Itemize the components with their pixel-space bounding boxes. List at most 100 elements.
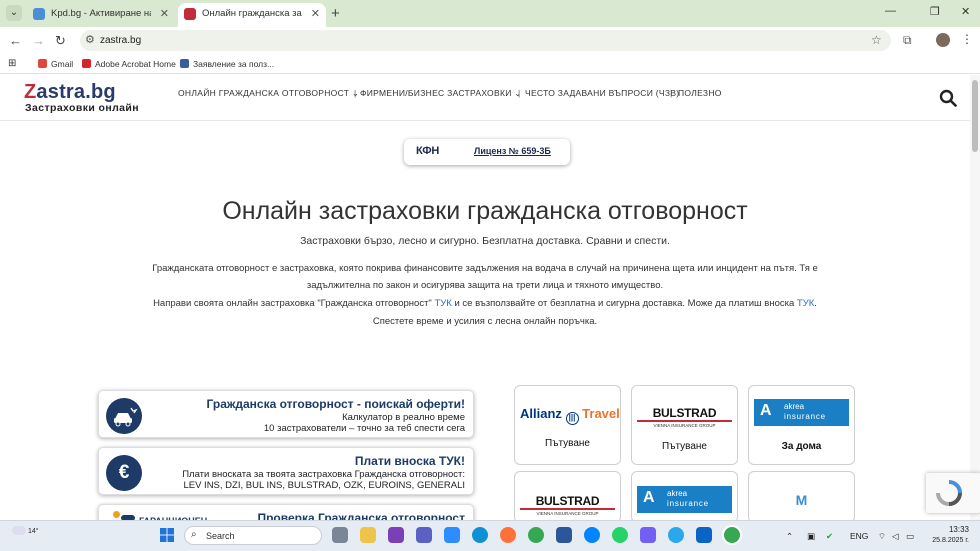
bookmark-zayavlenie[interactable]: Заявление за полз... — [180, 59, 274, 69]
weather-widget[interactable]: 14° — [12, 526, 39, 535]
bookmark-gmail[interactable]: Gmail — [38, 59, 73, 69]
word-icon[interactable] — [556, 527, 572, 543]
wifi-icon[interactable]: ⌔ — [878, 531, 886, 542]
zastra-favicon-icon — [184, 8, 196, 20]
akrea-logo: A akrea insurance — [637, 486, 732, 513]
menu-useful[interactable]: ПОЛЕЗНО — [678, 88, 722, 98]
viber-icon[interactable] — [640, 527, 656, 543]
extensions-icon[interactable]: ⧉ — [903, 33, 912, 48]
tray-check-icon[interactable]: ✔ — [826, 531, 833, 542]
address-bar[interactable] — [80, 30, 891, 51]
telegram-icon[interactable] — [668, 527, 684, 543]
tab-search-button[interactable]: ⌄ — [6, 5, 22, 21]
bulstrad-logo: BULSTRAD VIENNA INSURANCE GROUP — [637, 406, 732, 433]
zoom-icon[interactable] — [444, 527, 460, 543]
site-info-icon[interactable]: ⚙ — [85, 33, 95, 46]
battery-icon[interactable]: ▭ — [906, 531, 914, 542]
insurer-card-label: Пътуване — [545, 438, 590, 449]
edge-icon[interactable] — [472, 527, 488, 543]
tab-zastra[interactable]: Онлайн гражданска застрахов ✕ — [178, 3, 326, 27]
insurer-card-label: За дома — [781, 441, 822, 452]
gmail-icon — [38, 59, 47, 68]
quote-request-line: Калкулатор в реално време — [342, 412, 465, 423]
akrea-logo: A akrea insurance — [754, 399, 849, 426]
page-title: Онлайн застраховки гражданска отговорнос… — [222, 197, 748, 225]
profile-avatar-icon[interactable] — [936, 33, 950, 47]
pay-installment-title: Плати вноска ТУК! — [354, 454, 465, 468]
minimize-icon[interactable]: — — [885, 5, 896, 17]
outlook-icon[interactable] — [696, 527, 712, 543]
forward-arrow-icon[interactable]: → — [32, 33, 45, 48]
taskbar-search-placeholder: Search — [206, 531, 235, 541]
recaptcha-icon — [936, 480, 962, 506]
car-crash-icon — [106, 398, 142, 434]
tray-app-icon[interactable]: ▣ — [807, 531, 815, 542]
whatsapp-icon[interactable] — [612, 527, 628, 543]
url-text[interactable]: zastra.bg — [100, 35, 141, 46]
window-close-icon[interactable]: ✕ — [961, 5, 970, 18]
reload-icon[interactable]: ↻ — [55, 33, 66, 49]
euro-icon: € — [106, 455, 142, 491]
insurer-card-bulstrad[interactable]: BULSTRAD VIENNA INSURANCE GROUP — [514, 471, 621, 523]
license-link[interactable]: Лиценз № 659-3Б — [474, 146, 551, 156]
menu-faq[interactable]: ЧЕСТО ЗАДАВАНИ ВЪПРОСИ (ЧЗВ) — [525, 88, 679, 98]
app-icon[interactable] — [388, 527, 404, 543]
bookmark-acrobat[interactable]: Adobe Acrobat Home — [82, 59, 176, 69]
menu-business[interactable]: ФИРМЕНИ/БИЗНЕС ЗАСТРАХОВКИ ⌄ — [360, 88, 522, 99]
tab-title: Kpd.bg - Активиране на проф — [51, 8, 151, 19]
close-icon[interactable]: ✕ — [160, 3, 169, 25]
menu-kebab-icon[interactable]: ⋮ — [961, 32, 973, 46]
close-icon[interactable]: ✕ — [311, 3, 320, 25]
insurer-card-akrea-home[interactable]: A akrea insurance За дома — [748, 385, 855, 465]
insurer-card-m[interactable]: M — [748, 471, 855, 523]
apps-grid-icon[interactable]: ⊞ — [8, 58, 16, 69]
teams-icon[interactable] — [416, 527, 432, 543]
messenger-icon[interactable] — [584, 527, 600, 543]
pay-installment-line: Плати вноската за твоята застраховка Гра… — [182, 469, 465, 480]
firefox-icon[interactable] — [500, 527, 516, 543]
header-divider — [0, 120, 970, 121]
menu-separator: | — [518, 88, 521, 98]
page-subtitle: Застраховки бързо, лесно и сигурно. Безп… — [300, 235, 670, 247]
insurer-card-allianz-travel[interactable]: Allianz ||| Travel Пътуване — [514, 385, 621, 465]
taskbar-clock[interactable]: 13:33 25.8.2025 г. — [925, 524, 969, 546]
quote-request-card[interactable]: Гражданска отговорност - поискай оферти!… — [98, 390, 474, 438]
search-icon[interactable] — [939, 89, 957, 107]
order-here-link[interactable]: ТУК — [434, 298, 451, 309]
restore-icon[interactable]: ❐ — [930, 5, 940, 18]
insurer-card-bulstrad-travel[interactable]: BULSTRAD VIENNA INSURANCE GROUP Пътуване — [631, 385, 738, 465]
tab-kpd[interactable]: Kpd.bg - Активиране на проф ✕ — [27, 3, 175, 27]
back-arrow-icon[interactable]: ← — [9, 33, 22, 48]
insurer-card-akrea[interactable]: A akrea insurance — [631, 471, 738, 523]
tray-chevron-up-icon[interactable]: ⌃ — [786, 531, 793, 542]
pay-installment-card[interactable]: € Плати вноска ТУК! Плати вноската за тв… — [98, 447, 474, 495]
new-tab-plus-icon[interactable]: + — [331, 5, 340, 22]
chrome-icon[interactable] — [528, 527, 544, 543]
scrollbar-thumb[interactable] — [972, 80, 978, 152]
file-explorer-icon[interactable] — [360, 527, 376, 543]
kfn-logo: КФН — [416, 145, 440, 157]
recaptcha-badge[interactable] — [926, 473, 980, 513]
kpd-favicon-icon — [33, 8, 45, 20]
menu-online-go[interactable]: ОНЛАЙН ГРАЖДАНСКА ОТГОВОРНОСТ ⌄ — [178, 88, 359, 99]
chrome-active-icon[interactable] — [724, 527, 740, 543]
insurer-card-label: Пътуване — [662, 441, 707, 452]
bookmark-star-icon[interactable]: ☆ — [871, 33, 882, 47]
tab-strip: ⌄ Kpd.bg - Активиране на проф ✕ Онлайн г… — [0, 0, 980, 27]
windows-start-icon[interactable] — [160, 528, 174, 542]
kfn-logo-caption — [443, 146, 465, 158]
quote-request-line: 10 застрахователи – точно за теб спести … — [263, 423, 465, 434]
menu-separator: | — [354, 88, 357, 98]
pay-here-link[interactable]: ТУК — [797, 298, 814, 309]
pay-installment-line: LEV INS, DZI, BUL INS, BULSTRAD, OZK, EU… — [183, 480, 465, 491]
intro-paragraph-line: Спестете време и усилия с лесна онлайн п… — [372, 316, 598, 327]
intro-paragraph-line: Гражданската отговорност е застраховка, … — [152, 263, 818, 274]
license-badge[interactable]: КФН Лиценз № 659-3Б — [404, 139, 570, 165]
volume-icon[interactable]: ◁ — [892, 531, 899, 542]
allianz-eagle-icon: ||| — [565, 412, 579, 425]
taskbar-search-input[interactable] — [184, 526, 322, 545]
language-indicator[interactable]: ENG — [850, 531, 868, 541]
m-insurer-logo: M — [795, 492, 808, 508]
task-view-icon[interactable] — [332, 527, 348, 543]
site-logo[interactable]: Zastra.bg — [24, 81, 116, 104]
